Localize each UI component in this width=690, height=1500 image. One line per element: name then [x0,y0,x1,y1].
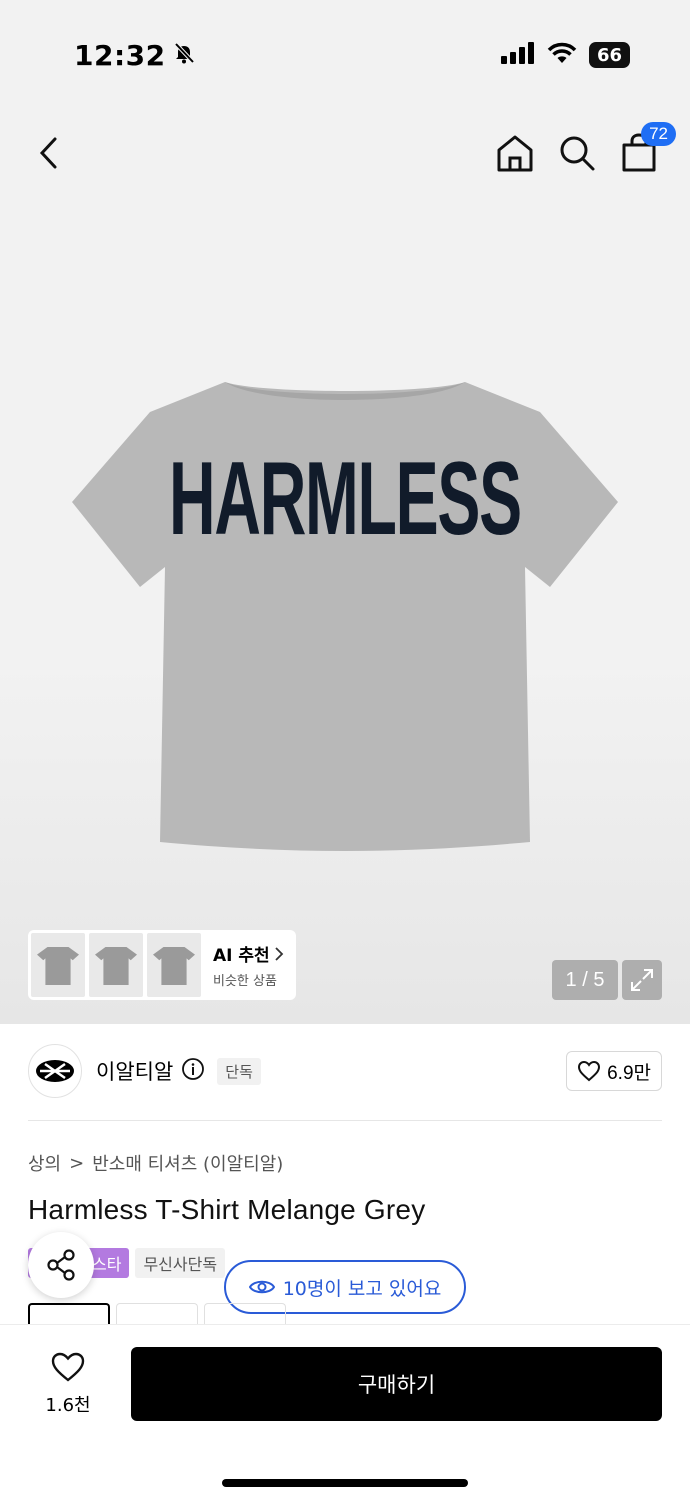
cellular-signal-icon [500,42,535,68]
buy-button[interactable]: 구매하기 [131,1347,662,1421]
ai-thumbnail-2[interactable] [89,933,143,997]
divider [28,1120,662,1121]
ai-card-subtitle: 비슷한 상품 [213,974,277,989]
home-icon [497,135,533,172]
share-icon [47,1249,75,1281]
product-title: Harmless T-Shirt Melange Grey [28,1194,426,1225]
battery-indicator: 66 [588,42,630,68]
bottom-action-bar: 1.6천 구매하기 [0,1324,690,1500]
ai-thumbnail-3[interactable] [147,933,201,997]
back-button[interactable] [26,130,72,176]
brand-like-count: 6.9만 [607,1062,651,1084]
breadcrumb-separator: > [69,1152,85,1174]
breadcrumb: 상의 > 반소매 티셔츠 (이알티알) [28,1150,283,1176]
share-button[interactable] [28,1232,94,1298]
heart-icon [51,1352,85,1382]
home-indicator [222,1479,468,1487]
home-button[interactable] [492,130,538,176]
status-bar: 12:32 66 [0,0,690,110]
brand-row: 이알티알 단독 6.9만 [28,1043,662,1099]
breadcrumb-category[interactable]: 상의 [28,1150,61,1176]
brand-logo-icon [36,1060,74,1082]
ai-card-title-row: AI 추천 [213,941,284,966]
exclusive-tag: 단독 [217,1057,261,1085]
ai-card-title: AI 추천 [213,946,270,966]
eye-icon [248,1280,275,1294]
live-viewers-text: 10명이 보고 있어요 [282,1277,442,1300]
breadcrumb-subcategory[interactable]: 반소매 티셔츠 (이알티알) [92,1150,283,1176]
search-icon [560,136,595,171]
brand-logo[interactable] [28,1044,82,1098]
status-time: 12:32 [74,39,196,72]
chevron-left-icon [39,137,57,169]
wishlist-button[interactable]: 1.6천 [28,1351,108,1421]
tag-musinsa-exclusive: 무신사단독 [135,1248,226,1278]
cart-button[interactable]: 72 [616,122,676,176]
ai-thumbnail-1[interactable] [31,933,85,997]
heart-icon [578,1060,601,1082]
top-navigation: 72 [0,110,690,200]
info-icon[interactable] [181,1057,205,1085]
wifi-icon [547,42,577,68]
ai-recommendation-card[interactable]: AI 추천 비슷한 상품 [28,930,296,1000]
brand-like-button[interactable]: 6.9만 [566,1051,662,1091]
tshirt-print-text: HARMLESS [169,441,522,557]
status-time-text: 12:32 [74,38,166,72]
bell-mute-icon [172,39,196,72]
expand-image-button[interactable] [622,960,662,1000]
search-button[interactable] [554,130,600,176]
expand-icon [631,969,653,991]
chevron-right-icon [275,946,283,961]
image-page-indicator: 1 / 5 [552,960,618,1000]
brand-name[interactable]: 이알티알 [96,1056,173,1086]
wishlist-count: 1.6천 [45,1395,91,1416]
ai-card-text: AI 추천 비슷한 상품 [213,941,284,989]
product-image-gallery[interactable]: 72 HARMLESS AI 추천 비슷한 상품 1 / 5 [0,110,690,1024]
status-indicators: 66 [500,42,630,68]
cart-count-badge: 72 [641,122,676,146]
